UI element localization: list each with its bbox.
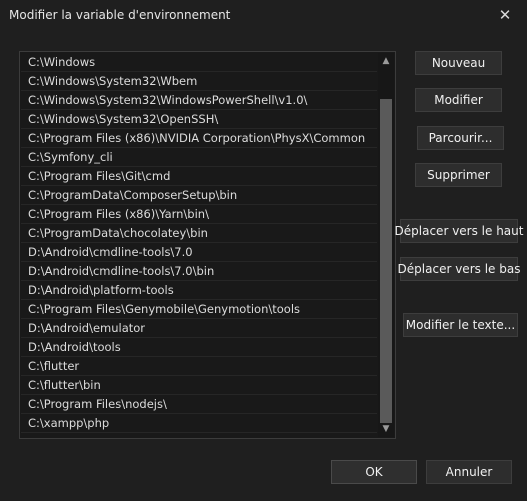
scrollbar-thumb[interactable] [380,99,392,423]
path-list-item[interactable]: C:\xampp\php [21,414,377,433]
scroll-up-arrow-icon[interactable]: ▲ [378,53,394,69]
path-list-item[interactable]: C:\Program Files\Git\cmd [21,167,377,186]
ok-button[interactable]: OK [331,460,417,484]
path-list-item[interactable]: D:\Android\cmdline-tools\7.0\bin [21,262,377,281]
path-list-item[interactable]: C:\Windows\System32\Wbem [21,72,377,91]
path-list-item[interactable]: C:\Windows [21,53,377,72]
title-bar: Modifier la variable d'environnement ✕ [0,0,527,30]
scroll-down-arrow-icon[interactable]: ▼ [378,421,394,437]
path-listbox[interactable]: C:\Windows C:\Windows\System32\Wbem C:\Win… [19,51,396,439]
path-list-item[interactable]: C:\Program Files (x86)\NVIDIA Corporatio… [21,129,377,148]
cancel-button[interactable]: Annuler [426,460,512,484]
path-list-item[interactable]: C:\ProgramData\ComposerSetup\bin [21,186,377,205]
edit-text-button[interactable]: Modifier le texte... [403,313,518,337]
path-list-item[interactable]: C:\Program Files\nodejs\ [21,395,377,414]
path-list-item[interactable]: C:\Windows\System32\OpenSSH\ [21,110,377,129]
edit-button[interactable]: Modifier [415,88,502,112]
path-list-item[interactable]: C:\Program Files (x86)\Yarn\bin\ [21,205,377,224]
path-list-item[interactable]: D:\Android\tools [21,338,377,357]
edit-env-variable-dialog: Modifier la variable d'environnement ✕ C… [0,0,527,501]
vertical-scrollbar[interactable]: ▲ ▼ [378,53,394,437]
path-list-item[interactable]: C:\flutter [21,357,377,376]
delete-button[interactable]: Supprimer [415,163,502,187]
path-list-item[interactable]: C:\Symfony_cli [21,148,377,167]
path-list-item[interactable]: C:\flutter\bin [21,376,377,395]
path-list-item[interactable]: D:\Android\platform-tools [21,281,377,300]
path-list-item[interactable]: C:\Program Files\Genymobile\Genymotion\t… [21,300,377,319]
path-list-item[interactable]: C:\ProgramData\chocolatey\bin [21,224,377,243]
move-up-button[interactable]: Déplacer vers le haut [395,219,523,243]
path-list-item[interactable]: C:\Windows\System32\WindowsPowerShell\v1… [21,91,377,110]
close-icon[interactable]: ✕ [491,2,519,28]
window-title: Modifier la variable d'environnement [9,8,231,22]
path-list-item[interactable]: D:\Android\emulator [21,319,377,338]
new-button[interactable]: Nouveau [415,51,502,75]
browse-button[interactable]: Parcourir... [417,126,504,150]
move-down-button[interactable]: Déplacer vers le bas [398,257,520,281]
path-list: C:\Windows C:\Windows\System32\Wbem C:\Win… [21,53,377,433]
path-list-item[interactable]: D:\Android\cmdline-tools\7.0 [21,243,377,262]
